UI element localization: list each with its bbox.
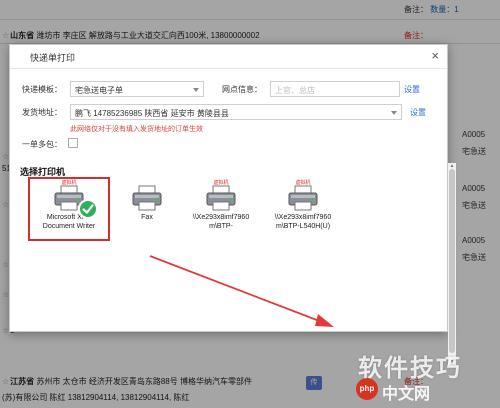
printer-name-line1: Fax (141, 214, 153, 221)
sender-label: 发货地址： (22, 108, 62, 117)
dialog-title: 快递单打印 (30, 53, 76, 63)
multi-pack-label: 一单多包： (22, 140, 62, 149)
printer-icon (132, 185, 162, 211)
printer-btp[interactable]: 虚拟机 \\Xe293x8imf7960 m\BTP- (186, 179, 256, 239)
sender-setting-link[interactable]: 设置 (410, 107, 426, 118)
sender-select-value: 鹏飞 14785236985 陕西省 延安市 黄陵县县 (75, 109, 229, 118)
site-label: 网点信息： (222, 85, 262, 94)
printer-name: \\Xe293x8imf7960 m\BTP-L540H(U) (268, 213, 338, 231)
chevron-down-icon (391, 111, 397, 115)
watermark-site: 中文网 (382, 386, 431, 403)
dialog-header: 快递单打印 × (10, 45, 447, 69)
scroll-up-icon[interactable]: ▲ (448, 163, 456, 169)
chevron-down-icon (193, 88, 199, 92)
sender-select[interactable]: 鹏飞 14785236985 陕西省 延安市 黄陵县县 (70, 104, 402, 120)
php-logo-icon: php (356, 378, 378, 400)
printer-name-line1: \\Xe293x8imf7960 (192, 214, 250, 221)
close-icon[interactable]: × (431, 49, 439, 63)
template-label: 快递模板： (22, 85, 62, 94)
express-print-dialog: 快递单打印 × 快递模板： 宅急送电子单 网点信息： 上官、总店 设置 发货地址… (9, 44, 456, 365)
printer-name-line2: m\BTP-L540H(U) (275, 223, 331, 230)
checkmark-icon (78, 199, 98, 219)
template-select-value: 宅急送电子单 (75, 86, 123, 95)
site-input[interactable]: 上官、总店 (270, 81, 400, 97)
template-select[interactable]: 宅急送电子单 (70, 81, 204, 97)
site-input-placeholder: 上官、总店 (275, 86, 315, 95)
watermark: 软件技巧 php 中文网 (350, 346, 498, 406)
printer-fax[interactable]: Fax (112, 179, 182, 239)
multi-pack-checkbox[interactable] (68, 138, 78, 148)
printer-icon (206, 185, 236, 211)
printer-name: Fax (112, 213, 182, 222)
printer-name-line2: m\BTP- (209, 223, 233, 230)
checkmark-glyph (82, 204, 94, 214)
sender-hint: 此网络仅对于没有填入发货地址的订单生效 (70, 126, 203, 133)
printer-name-line1: \\Xe293x8imf7960 (274, 214, 332, 221)
printer-name-line2: Document Writer (42, 223, 96, 230)
printer-scrollbar-thumb[interactable] (449, 169, 455, 353)
watermark-text: 软件技巧 (358, 355, 462, 382)
printer-name: \\Xe293x8imf7960 m\BTP- (186, 213, 256, 231)
printer-icon (288, 185, 318, 211)
printer-btp-l540h[interactable]: 虚拟机 \\Xe293x8imf7960 m\BTP-L540H(U) (268, 179, 338, 239)
printer-name: Microsoft XPS Document Writer (30, 213, 108, 231)
site-setting-link[interactable]: 设置 (404, 84, 420, 95)
